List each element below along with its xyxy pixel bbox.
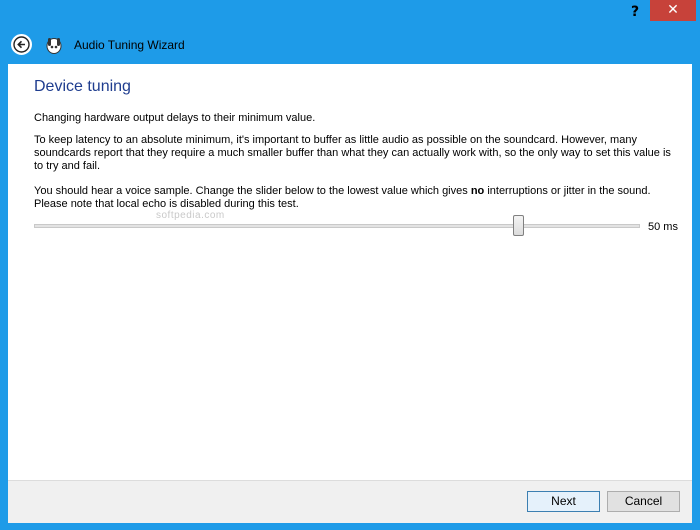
wizard-footer: Next Cancel [8, 480, 692, 523]
intro-text: Changing hardware output delays to their… [34, 112, 316, 124]
next-button[interactable]: Next [527, 491, 600, 512]
instruction-text-bold: no [470, 185, 485, 197]
wizard-window: ? ✕ Audio Tuning Wizard Device tuning Ch… [0, 0, 700, 530]
content-panel: Device tuning Changing hardware output d… [8, 64, 692, 522]
instruction-text-part1: You should hear a voice sample. Change t… [34, 185, 471, 197]
page-title: Device tuning [34, 78, 131, 95]
delay-slider-thumb[interactable] [513, 215, 525, 236]
close-button[interactable]: ✕ [650, 0, 696, 21]
cancel-button[interactable]: Cancel [607, 491, 680, 512]
back-arrow-icon [13, 36, 30, 53]
delay-slider-track[interactable] [34, 224, 640, 228]
title-bar: ? ✕ [0, 0, 700, 26]
watermark-text: softpedia.com [156, 210, 225, 221]
delay-value-label: 50 ms [648, 221, 678, 233]
mumble-logo-icon [44, 35, 64, 55]
window-title: Audio Tuning Wizard [74, 38, 185, 52]
instruction-text: You should hear a voice sample. Change t… [34, 185, 674, 211]
wizard-header: Audio Tuning Wizard [0, 26, 700, 64]
explanation-text: To keep latency to an absolute minimum, … [34, 134, 671, 172]
help-button[interactable]: ? [622, 2, 648, 22]
back-button[interactable] [11, 34, 32, 55]
